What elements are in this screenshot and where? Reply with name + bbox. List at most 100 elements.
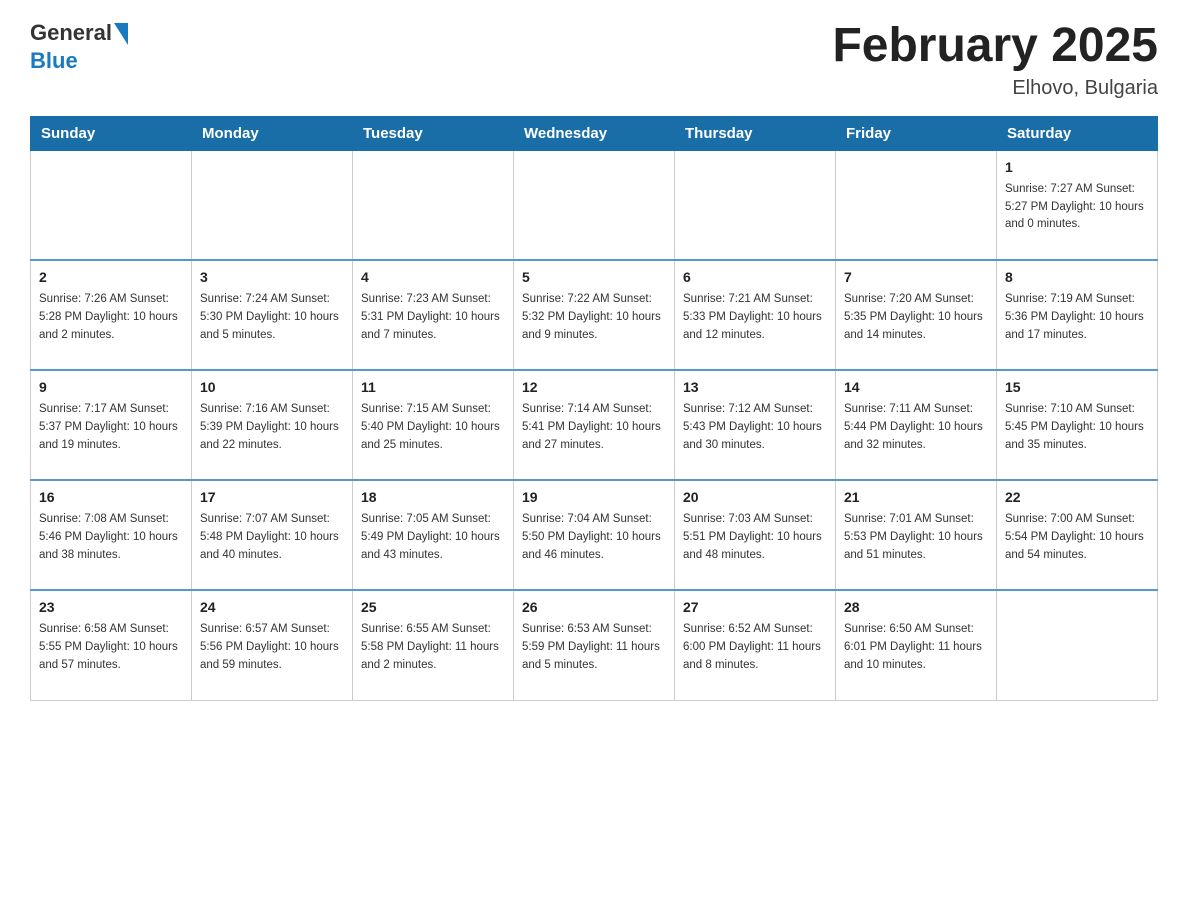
day-number: 20 (683, 487, 827, 508)
calendar-title: February 2025 (832, 20, 1158, 73)
page-header: General Blue February 2025 Elhovo, Bulga… (30, 20, 1158, 100)
day-info: Sunrise: 7:12 AM Sunset: 5:43 PM Dayligh… (683, 401, 827, 454)
header-tuesday: Tuesday (353, 116, 514, 150)
day-info: Sunrise: 7:00 AM Sunset: 5:54 PM Dayligh… (1005, 511, 1149, 564)
day-cell (353, 150, 514, 260)
logo-blue-text: Blue (30, 48, 128, 74)
day-cell (675, 150, 836, 260)
day-number: 5 (522, 267, 666, 288)
day-number: 10 (200, 377, 344, 398)
calendar-body: 1Sunrise: 7:27 AM Sunset: 5:27 PM Daylig… (31, 150, 1158, 700)
day-cell: 25 Sunrise: 6:55 AM Sunset: 5:58 PM Dayli… (353, 590, 514, 700)
day-number: 21 (844, 487, 988, 508)
day-info: Sunrise: 7:19 AM Sunset: 5:36 PM Dayligh… (1005, 291, 1149, 344)
day-info: Sunrise: 7:27 AM Sunset: 5:27 PM Dayligh… (1005, 181, 1149, 234)
day-info: Sunrise: 7:22 AM Sunset: 5:32 PM Dayligh… (522, 291, 666, 344)
day-info: Sunrise: 6:58 AM Sunset: 5:55 PM Dayligh… (39, 621, 183, 674)
header-saturday: Saturday (997, 116, 1158, 150)
day-cell: 21 Sunrise: 7:01 AM Sunset: 5:53 PM Dayli… (836, 480, 997, 590)
day-cell: 13 Sunrise: 7:12 AM Sunset: 5:43 PM Dayli… (675, 370, 836, 480)
logo-arrow-icon (114, 23, 128, 45)
day-cell: 14Sunrise: 7:11 AM Sunset: 5:44 PM Dayli… (836, 370, 997, 480)
day-cell: 18Sunrise: 7:05 AM Sunset: 5:49 PM Dayli… (353, 480, 514, 590)
day-cell: 17Sunrise: 7:07 AM Sunset: 5:48 PM Dayli… (192, 480, 353, 590)
calendar-subtitle: Elhovo, Bulgaria (832, 77, 1158, 100)
logo: General Blue (30, 20, 128, 74)
day-number: 7 (844, 267, 988, 288)
day-info: Sunrise: 7:15 AM Sunset: 5:40 PM Dayligh… (361, 401, 505, 454)
day-number: 3 (200, 267, 344, 288)
calendar-table: SundayMondayTuesdayWednesdayThursdayFrid… (30, 116, 1158, 701)
day-cell: 19Sunrise: 7:04 AM Sunset: 5:50 PM Dayli… (514, 480, 675, 590)
day-number: 8 (1005, 267, 1149, 288)
day-info: Sunrise: 7:14 AM Sunset: 5:41 PM Dayligh… (522, 401, 666, 454)
day-info: Sunrise: 7:08 AM Sunset: 5:46 PM Dayligh… (39, 511, 183, 564)
day-info: Sunrise: 7:21 AM Sunset: 5:33 PM Dayligh… (683, 291, 827, 344)
calendar-header: SundayMondayTuesdayWednesdayThursdayFrid… (31, 116, 1158, 150)
day-cell: 1Sunrise: 7:27 AM Sunset: 5:27 PM Daylig… (997, 150, 1158, 260)
day-number: 25 (361, 597, 505, 618)
day-cell (836, 150, 997, 260)
day-number: 13 (683, 377, 827, 398)
day-cell: 24Sunrise: 6:57 AM Sunset: 5:56 PM Dayli… (192, 590, 353, 700)
header-monday: Monday (192, 116, 353, 150)
day-number: 11 (361, 377, 505, 398)
day-info: Sunrise: 7:17 AM Sunset: 5:37 PM Dayligh… (39, 401, 183, 454)
day-info: Sunrise: 6:50 AM Sunset: 6:01 PM Dayligh… (844, 621, 988, 674)
day-number: 6 (683, 267, 827, 288)
day-cell (514, 150, 675, 260)
day-number: 28 (844, 597, 988, 618)
day-info: Sunrise: 7:20 AM Sunset: 5:35 PM Dayligh… (844, 291, 988, 344)
day-number: 12 (522, 377, 666, 398)
day-cell: 9Sunrise: 7:17 AM Sunset: 5:37 PM Daylig… (31, 370, 192, 480)
day-info: Sunrise: 7:24 AM Sunset: 5:30 PM Dayligh… (200, 291, 344, 344)
day-cell: 6 Sunrise: 7:21 AM Sunset: 5:33 PM Daylig… (675, 260, 836, 370)
day-cell: 28 Sunrise: 6:50 AM Sunset: 6:01 PM Dayli… (836, 590, 997, 700)
day-cell: 11 Sunrise: 7:15 AM Sunset: 5:40 PM Dayli… (353, 370, 514, 480)
day-number: 26 (522, 597, 666, 618)
day-info: Sunrise: 7:11 AM Sunset: 5:44 PM Dayligh… (844, 401, 988, 454)
day-cell (997, 590, 1158, 700)
title-section: February 2025 Elhovo, Bulgaria (832, 20, 1158, 100)
day-cell: 26 Sunrise: 6:53 AM Sunset: 5:59 PM Dayli… (514, 590, 675, 700)
day-cell: 8 Sunrise: 7:19 AM Sunset: 5:36 PM Daylig… (997, 260, 1158, 370)
day-number: 4 (361, 267, 505, 288)
day-cell (192, 150, 353, 260)
day-number: 24 (200, 597, 344, 618)
header-row: SundayMondayTuesdayWednesdayThursdayFrid… (31, 116, 1158, 150)
day-cell: 22 Sunrise: 7:00 AM Sunset: 5:54 PM Dayli… (997, 480, 1158, 590)
day-cell: 20 Sunrise: 7:03 AM Sunset: 5:51 PM Dayli… (675, 480, 836, 590)
week-row-1: 1Sunrise: 7:27 AM Sunset: 5:27 PM Daylig… (31, 150, 1158, 260)
header-friday: Friday (836, 116, 997, 150)
day-number: 15 (1005, 377, 1149, 398)
week-row-2: 2 Sunrise: 7:26 AM Sunset: 5:28 PM Daylig… (31, 260, 1158, 370)
day-number: 16 (39, 487, 183, 508)
header-thursday: Thursday (675, 116, 836, 150)
day-cell: 7 Sunrise: 7:20 AM Sunset: 5:35 PM Daylig… (836, 260, 997, 370)
day-info: Sunrise: 7:16 AM Sunset: 5:39 PM Dayligh… (200, 401, 344, 454)
day-number: 23 (39, 597, 183, 618)
day-cell: 27Sunrise: 6:52 AM Sunset: 6:00 PM Dayli… (675, 590, 836, 700)
day-number: 22 (1005, 487, 1149, 508)
day-info: Sunrise: 6:53 AM Sunset: 5:59 PM Dayligh… (522, 621, 666, 674)
day-cell: 16 Sunrise: 7:08 AM Sunset: 5:46 PM Dayli… (31, 480, 192, 590)
day-info: Sunrise: 7:23 AM Sunset: 5:31 PM Dayligh… (361, 291, 505, 344)
day-cell: 4 Sunrise: 7:23 AM Sunset: 5:31 PM Daylig… (353, 260, 514, 370)
day-info: Sunrise: 6:55 AM Sunset: 5:58 PM Dayligh… (361, 621, 505, 674)
day-info: Sunrise: 6:52 AM Sunset: 6:00 PM Dayligh… (683, 621, 827, 674)
day-number: 2 (39, 267, 183, 288)
day-cell: 12 Sunrise: 7:14 AM Sunset: 5:41 PM Dayli… (514, 370, 675, 480)
week-row-5: 23 Sunrise: 6:58 AM Sunset: 5:55 PM Dayli… (31, 590, 1158, 700)
day-number: 19 (522, 487, 666, 508)
day-cell (31, 150, 192, 260)
day-cell: 10 Sunrise: 7:16 AM Sunset: 5:39 PM Dayli… (192, 370, 353, 480)
day-info: Sunrise: 7:07 AM Sunset: 5:48 PM Dayligh… (200, 511, 344, 564)
day-info: Sunrise: 7:03 AM Sunset: 5:51 PM Dayligh… (683, 511, 827, 564)
header-wednesday: Wednesday (514, 116, 675, 150)
day-cell: 2 Sunrise: 7:26 AM Sunset: 5:28 PM Daylig… (31, 260, 192, 370)
day-number: 18 (361, 487, 505, 508)
header-sunday: Sunday (31, 116, 192, 150)
day-info: Sunrise: 7:01 AM Sunset: 5:53 PM Dayligh… (844, 511, 988, 564)
day-info: Sunrise: 7:26 AM Sunset: 5:28 PM Dayligh… (39, 291, 183, 344)
day-cell: 5 Sunrise: 7:22 AM Sunset: 5:32 PM Daylig… (514, 260, 675, 370)
